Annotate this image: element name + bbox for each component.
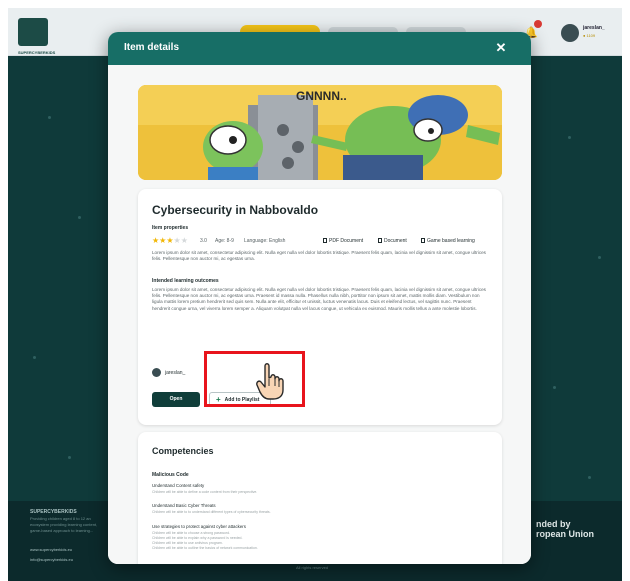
tag-document: Document [378, 238, 407, 244]
competency-item: Understand Content safety [152, 483, 205, 488]
eu-funding-text: nded by ropean Union [536, 519, 594, 539]
notification-badge [534, 20, 542, 28]
competency-item: Use strategies to protect against cyber … [152, 524, 246, 529]
document-icon [378, 238, 382, 243]
close-icon[interactable]: ✕ [492, 39, 510, 57]
avatar[interactable] [152, 368, 161, 377]
competencies-card: Competencies Malicious Code Understand C… [138, 432, 502, 564]
tag-label: PDF Document [329, 238, 364, 244]
footer-title: SUPERCYBERKIDS [30, 509, 77, 515]
competency-item: Understand Basic Cyber Threats [152, 503, 216, 508]
tag-game-based-learning: Game based learning [421, 238, 475, 244]
tag-label: Game based learning [427, 238, 475, 244]
competency-sub: Children will be able to use antivirus p… [152, 541, 223, 545]
rating-stars: ★★★★★ [152, 236, 188, 245]
document-icon [323, 238, 327, 243]
competency-sub: Children will be able to define a code c… [152, 490, 258, 494]
document-icon [421, 238, 425, 243]
item-description: Lorem ipsum dolor sit amet, consectetur … [152, 250, 486, 262]
logo[interactable]: SUPERCYBERKIDS [18, 18, 55, 55]
item-title: Cybersecurity in Nabbovaldo [152, 203, 319, 217]
language-value: Language: English [244, 238, 286, 244]
properties-label: Item properties [152, 225, 189, 231]
item-details-modal: Item details ✕ GNNNN.. Cybersecurity in … [108, 32, 531, 564]
copyright: All rights reserved [296, 565, 329, 570]
star-icon: ★ [173, 236, 181, 245]
pointer-hand-icon [255, 362, 289, 400]
tag-pdf-document: PDF Document [323, 238, 363, 244]
star-icon: ★ [180, 236, 188, 245]
footer-description: Providing children aged 8 to 12 an ecosy… [30, 516, 98, 533]
tag-label: Document [384, 238, 407, 244]
modal-header: Item details ✕ [108, 32, 531, 65]
competency-sub: Children will be able to choose a strong… [152, 531, 231, 535]
rating-value: 3.0 [200, 238, 207, 244]
logo-text: SUPERCYBERKIDS [18, 50, 56, 55]
competency-group: Malicious Code [152, 472, 189, 478]
modal-body: GNNNN.. Cybersecurity in Nabbovaldo Item… [108, 65, 531, 564]
hero-illustration: GNNNN.. [138, 85, 502, 180]
competency-sub: Children will be able to explain why a p… [152, 536, 243, 540]
user-coins: ● 1109 [583, 33, 596, 38]
competency-sub: Children will be able to outline the bas… [152, 546, 258, 550]
hero-text: GNNNN.. [296, 89, 347, 103]
competencies-title: Competencies [152, 446, 214, 456]
outcomes-text: Lorem ipsum dolor sit amet, consectetur … [152, 287, 486, 311]
author-name[interactable]: jareslan_ [165, 370, 185, 376]
user-name: jareslan_ [583, 25, 605, 31]
star-icon: ★ [166, 236, 174, 245]
item-info-card: Cybersecurity in Nabbovaldo Item propert… [138, 189, 502, 425]
outcomes-label: Intended learning outcomes [152, 278, 219, 284]
footer-link[interactable]: info@supercyberkids.eu [30, 557, 73, 562]
avatar[interactable] [561, 24, 579, 42]
open-button[interactable]: Open [152, 392, 200, 407]
modal-title: Item details [124, 42, 180, 53]
competency-sub: Children will be able to to understand d… [152, 510, 271, 514]
footer-link[interactable]: www.supercyberkids.eu [30, 547, 72, 552]
age-value: Age: 8-9 [215, 238, 234, 244]
